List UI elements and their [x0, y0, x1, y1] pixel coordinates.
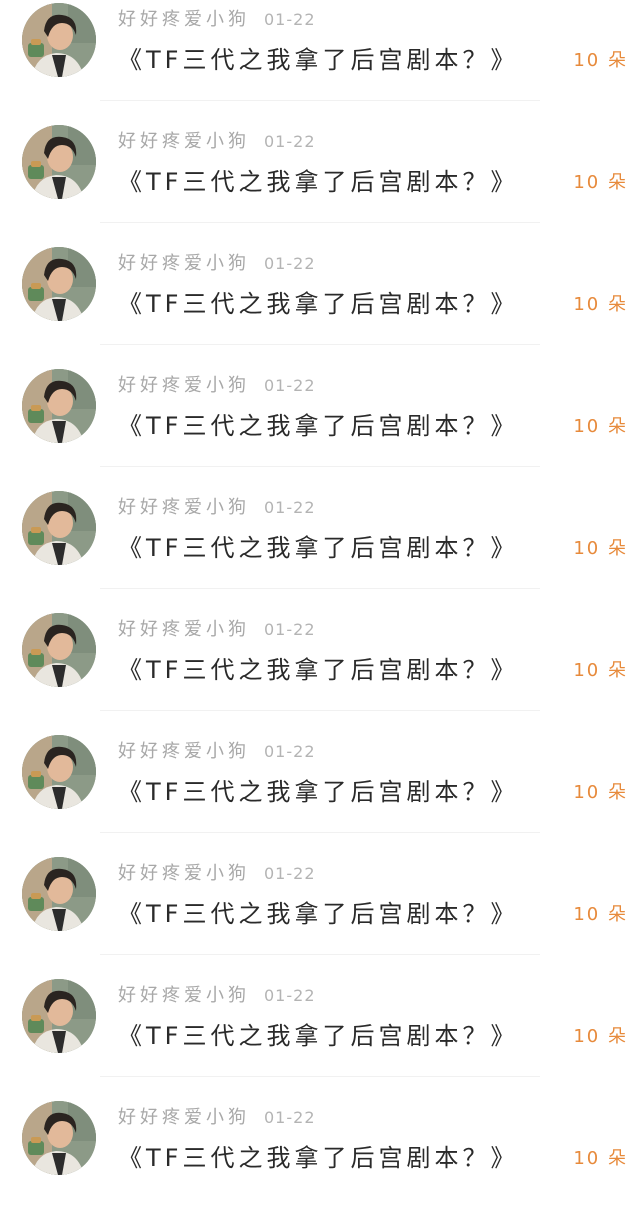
avatar[interactable] — [22, 125, 96, 199]
row-divider — [100, 222, 540, 223]
author-name: 好好疼爱小狗 — [118, 9, 250, 30]
story-title[interactable]: 《TF三代之我拿了后宫剧本？》 — [118, 164, 518, 200]
avatar[interactable] — [22, 857, 96, 931]
item-meta: 好好疼爱小狗 01-22 — [118, 618, 316, 642]
story-title[interactable]: 《TF三代之我拿了后宫剧本？》 — [118, 1018, 518, 1054]
flower-count: 10 朵 — [573, 416, 628, 437]
story-title[interactable]: 《TF三代之我拿了后宫剧本？》 — [118, 408, 518, 444]
flower-count: 10 朵 — [573, 294, 628, 315]
post-date: 01-22 — [264, 1108, 316, 1127]
item-meta: 好好疼爱小狗 01-22 — [118, 740, 316, 764]
post-date: 01-22 — [264, 10, 316, 29]
author-name: 好好疼爱小狗 — [118, 741, 250, 762]
story-title[interactable]: 《TF三代之我拿了后宫剧本？》 — [118, 530, 518, 566]
row-divider — [100, 954, 540, 955]
author-name: 好好疼爱小狗 — [118, 985, 250, 1006]
list-item[interactable]: 好好疼爱小狗 01-22 《TF三代之我拿了后宫剧本？》 10 朵 — [0, 1098, 640, 1220]
story-title[interactable]: 《TF三代之我拿了后宫剧本？》 — [118, 286, 518, 322]
avatar[interactable] — [22, 1101, 96, 1175]
flower-count: 10 朵 — [573, 50, 628, 71]
post-date: 01-22 — [264, 254, 316, 273]
flower-count: 10 朵 — [573, 904, 628, 925]
row-divider — [100, 832, 540, 833]
author-name: 好好疼爱小狗 — [118, 497, 250, 518]
story-title[interactable]: 《TF三代之我拿了后宫剧本？》 — [118, 774, 518, 810]
avatar[interactable] — [22, 3, 96, 77]
story-title[interactable]: 《TF三代之我拿了后宫剧本？》 — [118, 1140, 518, 1176]
item-meta: 好好疼爱小狗 01-22 — [118, 8, 316, 32]
row-divider — [100, 100, 540, 101]
row-divider — [100, 710, 540, 711]
post-date: 01-22 — [264, 620, 316, 639]
gift-record-list: 好好疼爱小狗 01-22 《TF三代之我拿了后宫剧本？》 10 朵 好好疼爱小狗 0… — [0, 0, 640, 1179]
avatar[interactable] — [22, 491, 96, 565]
item-meta: 好好疼爱小狗 01-22 — [118, 496, 316, 520]
author-name: 好好疼爱小狗 — [118, 1107, 250, 1128]
item-meta: 好好疼爱小狗 01-22 — [118, 1106, 316, 1130]
avatar[interactable] — [22, 735, 96, 809]
flower-count: 10 朵 — [573, 1148, 628, 1169]
post-date: 01-22 — [264, 132, 316, 151]
list-item[interactable]: 好好疼爱小狗 01-22 《TF三代之我拿了后宫剧本？》 10 朵 — [0, 732, 640, 854]
avatar[interactable] — [22, 979, 96, 1053]
list-item[interactable]: 好好疼爱小狗 01-22 《TF三代之我拿了后宫剧本？》 10 朵 — [0, 0, 640, 122]
flower-count: 10 朵 — [573, 1026, 628, 1047]
post-date: 01-22 — [264, 742, 316, 761]
story-title[interactable]: 《TF三代之我拿了后宫剧本？》 — [118, 896, 518, 932]
row-divider — [100, 588, 540, 589]
list-item[interactable]: 好好疼爱小狗 01-22 《TF三代之我拿了后宫剧本？》 10 朵 — [0, 488, 640, 610]
flower-count: 10 朵 — [573, 538, 628, 559]
list-item[interactable]: 好好疼爱小狗 01-22 《TF三代之我拿了后宫剧本？》 10 朵 — [0, 366, 640, 488]
post-date: 01-22 — [264, 864, 316, 883]
row-divider — [100, 466, 540, 467]
item-meta: 好好疼爱小狗 01-22 — [118, 374, 316, 398]
list-item[interactable]: 好好疼爱小狗 01-22 《TF三代之我拿了后宫剧本？》 10 朵 — [0, 610, 640, 732]
author-name: 好好疼爱小狗 — [118, 863, 250, 884]
flower-count: 10 朵 — [573, 172, 628, 193]
item-meta: 好好疼爱小狗 01-22 — [118, 252, 316, 276]
author-name: 好好疼爱小狗 — [118, 375, 250, 396]
list-item[interactable]: 好好疼爱小狗 01-22 《TF三代之我拿了后宫剧本？》 10 朵 — [0, 244, 640, 366]
flower-count: 10 朵 — [573, 660, 628, 681]
story-title[interactable]: 《TF三代之我拿了后宫剧本？》 — [118, 42, 518, 78]
row-divider — [100, 1076, 540, 1077]
post-date: 01-22 — [264, 986, 316, 1005]
post-date: 01-22 — [264, 498, 316, 517]
list-item[interactable]: 好好疼爱小狗 01-22 《TF三代之我拿了后宫剧本？》 10 朵 — [0, 976, 640, 1098]
author-name: 好好疼爱小狗 — [118, 253, 250, 274]
story-title[interactable]: 《TF三代之我拿了后宫剧本？》 — [118, 652, 518, 688]
item-meta: 好好疼爱小狗 01-22 — [118, 984, 316, 1008]
author-name: 好好疼爱小狗 — [118, 619, 250, 640]
author-name: 好好疼爱小狗 — [118, 131, 250, 152]
row-divider — [100, 344, 540, 345]
list-item[interactable]: 好好疼爱小狗 01-22 《TF三代之我拿了后宫剧本？》 10 朵 — [0, 122, 640, 244]
item-meta: 好好疼爱小狗 01-22 — [118, 130, 316, 154]
avatar[interactable] — [22, 247, 96, 321]
item-meta: 好好疼爱小狗 01-22 — [118, 862, 316, 886]
post-date: 01-22 — [264, 376, 316, 395]
list-item[interactable]: 好好疼爱小狗 01-22 《TF三代之我拿了后宫剧本？》 10 朵 — [0, 854, 640, 976]
flower-count: 10 朵 — [573, 782, 628, 803]
avatar[interactable] — [22, 613, 96, 687]
avatar[interactable] — [22, 369, 96, 443]
